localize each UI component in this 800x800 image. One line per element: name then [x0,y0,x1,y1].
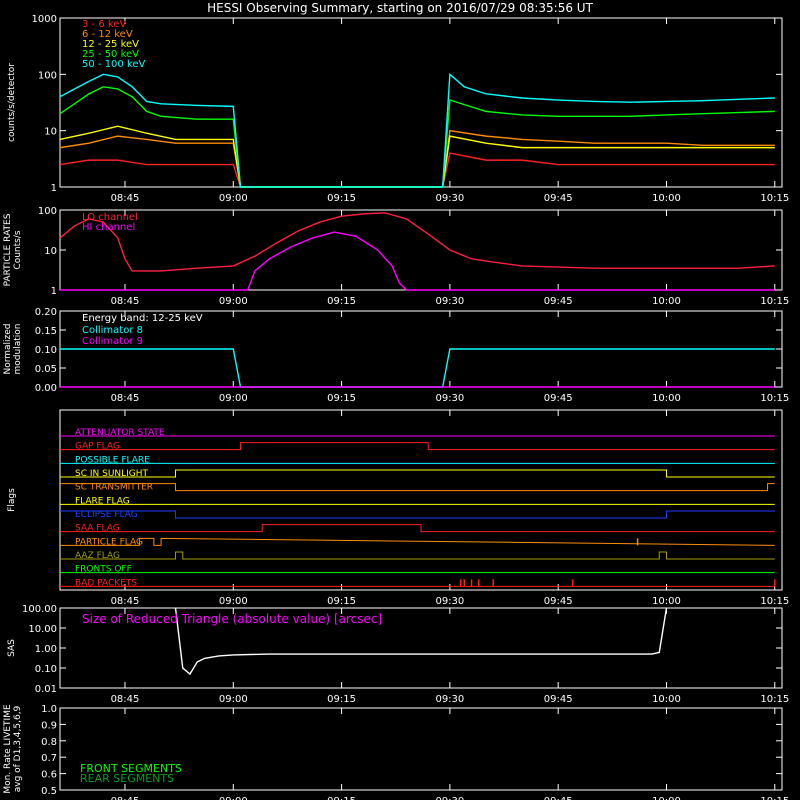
flag-label: FLARE FLAG [75,496,130,506]
flag-label: AAZ FLAG [75,551,120,561]
y-tick-label: 0.7 [41,753,57,764]
time-tick-label: 09:30 [435,596,464,607]
y-tick-label: 0.9 [41,720,57,731]
legend-entry: REAR SEGMENTS [80,772,174,785]
energy-band-annotation: Energy band: 12-25 keV [82,313,203,324]
time-tick-label: 09:00 [219,296,248,307]
flag-label: SAA FLAG [75,524,120,534]
time-tick-label: 09:45 [544,596,573,607]
flag-label: FRONTS OFF [75,565,132,575]
time-tick-label: 09:00 [219,796,248,800]
time-tick-label: 10:00 [652,796,681,800]
y-axis-label: Normalized [3,323,13,374]
y-axis-label: SAS [7,639,17,657]
time-tick-label: 09:00 [219,393,248,404]
y-axis-label: PARTICLE RATES [3,213,13,286]
time-tick-label: 09:15 [327,796,356,800]
y-tick-label: 1.0 [41,704,57,715]
time-tick-label: 09:15 [327,193,356,204]
time-tick-label: 09:30 [435,193,464,204]
y-tick-label: 0.05 [35,364,57,375]
time-tick-label: 09:00 [219,596,248,607]
y-tick-label: 1 [51,286,57,297]
time-tick-label: 09:30 [435,796,464,800]
time-tick-label: 10:15 [760,694,789,705]
y-tick-label: 1 [51,183,57,194]
y-axis-label: Mon. Rate LIVETIME [3,704,13,794]
flag-label: ECLIPSE FLAG [75,510,138,520]
y-tick-label: 0.01 [35,684,57,695]
flag-label: GAP FLAG [75,442,120,452]
flag-label: BAD PACKETS [75,578,137,588]
legend-entry: Collimator 8 [82,325,143,336]
y-tick-label: 0.8 [41,737,57,748]
y-tick-label: 0.00 [35,383,57,394]
time-tick-label: 09:45 [544,694,573,705]
time-tick-label: 09:30 [435,296,464,307]
time-tick-label: 09:30 [435,393,464,404]
time-tick-label: 09:15 [327,596,356,607]
y-tick-label: 0.10 [35,664,57,675]
y-tick-label: 100.00 [22,604,57,615]
time-tick-label: 09:15 [327,694,356,705]
y-axis-label: Flags [7,488,17,512]
y-tick-label: 100 [38,70,57,81]
legend-entry: Collimator 9 [82,336,143,347]
time-tick-label: 09:00 [219,694,248,705]
y-tick-label: 10.00 [28,624,57,635]
time-tick-label: 09:45 [544,796,573,800]
y-tick-label: 10 [44,127,57,138]
time-tick-label: 09:45 [544,393,573,404]
flag-label: SC IN SUNLIGHT [75,469,149,479]
time-tick-label: 10:00 [652,296,681,307]
y-axis-label: Counts/s [13,230,23,269]
time-tick-label: 08:45 [111,296,140,307]
y-tick-label: 0.20 [35,307,57,318]
y-tick-label: 0.6 [41,770,57,781]
time-tick-label: 09:15 [327,296,356,307]
flag-label: ATTENUATOR STATE [75,428,165,438]
y-axis-label: counts/s/detector [7,63,17,142]
flag-label: POSSIBLE FLARE [75,455,150,465]
y-tick-label: 1.00 [35,644,57,655]
y-tick-label: 0.10 [35,345,57,356]
time-tick-label: 10:15 [760,596,789,607]
time-tick-label: 09:15 [327,393,356,404]
flag-label: SC TRANSMITTER [75,483,153,493]
time-tick-label: 10:00 [652,193,681,204]
y-tick-label: 0.15 [35,326,57,337]
time-tick-label: 10:00 [652,694,681,705]
y-tick-label: 1000 [32,14,57,25]
y-axis-label: avg of D1,3,4,5,6,9 [13,705,23,792]
legend-entry: HI channel [82,222,135,233]
time-tick-label: 10:15 [760,296,789,307]
time-tick-label: 09:45 [544,296,573,307]
time-tick-label: 09:00 [219,193,248,204]
figure-title: HESSI Observing Summary, starting on 201… [207,1,593,15]
time-tick-label: 08:45 [111,193,140,204]
hessi-summary-figure: HESSI Observing Summary, starting on 201… [0,0,800,800]
legend-entry: 50 - 100 keV [82,59,146,70]
time-tick-label: 08:45 [111,694,140,705]
y-tick-label: 10 [44,246,57,257]
time-tick-label: 08:45 [111,796,140,800]
time-tick-label: 10:15 [760,393,789,404]
y-tick-label: 0.5 [41,786,57,797]
time-tick-label: 10:00 [652,393,681,404]
time-tick-label: 09:30 [435,694,464,705]
time-tick-label: 10:15 [760,193,789,204]
flag-label: PARTICLE FLAG [75,537,143,547]
time-tick-label: 10:00 [652,596,681,607]
time-tick-label: 09:45 [544,193,573,204]
time-tick-label: 08:45 [111,393,140,404]
time-tick-label: 10:15 [760,796,789,800]
y-tick-label: 100 [38,206,57,217]
time-tick-label: 08:45 [111,596,140,607]
sas-title: Size of Reduced Triangle (absolute value… [82,612,382,626]
y-axis-label: modulation [13,324,23,375]
